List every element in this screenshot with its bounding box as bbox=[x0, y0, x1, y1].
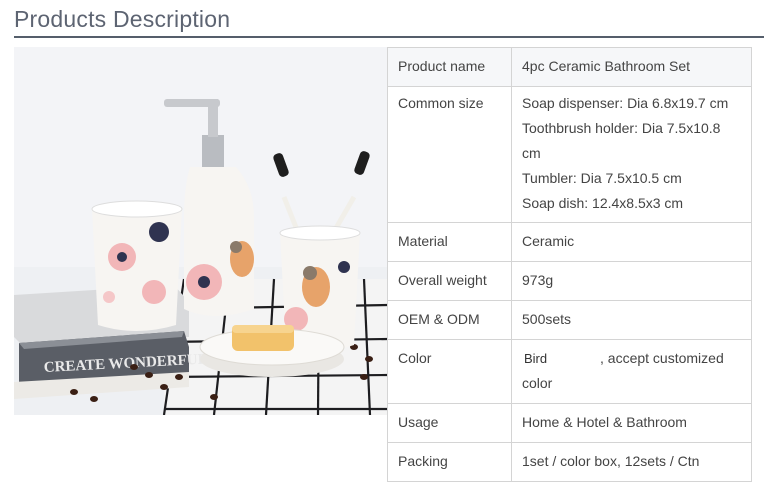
size-line-toothbrush-holder: Toothbrush holder: Dia 7.5x10.8 cm bbox=[522, 120, 721, 161]
spec-value-material: Ceramic bbox=[511, 222, 752, 262]
spec-value-common-size: Soap dispenser: Dia 6.8x19.7 cm Toothbru… bbox=[511, 86, 752, 223]
spec-value-oem: 500sets bbox=[511, 300, 752, 340]
spec-label-product-name: Product name bbox=[387, 47, 512, 87]
spec-label-usage: Usage bbox=[387, 403, 512, 443]
spec-value-product-name: 4pc Ceramic Bathroom Set bbox=[511, 47, 752, 87]
color-option-bird: Bird bbox=[524, 351, 548, 366]
spec-label-common-size: Common size bbox=[387, 86, 512, 223]
spec-label-oem: OEM & ODM bbox=[387, 300, 512, 340]
spec-label-material: Material bbox=[387, 222, 512, 262]
section-header: Products Description bbox=[14, 4, 764, 38]
tumbler bbox=[91, 200, 183, 331]
spec-label-weight: Overall weight bbox=[387, 261, 512, 301]
spec-row-common-size: Common size Soap dispenser: Dia 6.8x19.7… bbox=[387, 86, 752, 223]
spec-row-usage: Usage Home & Hotel & Bathroom bbox=[387, 403, 752, 443]
spec-row-material: Material Ceramic bbox=[387, 222, 752, 262]
section-title: Products Description bbox=[14, 6, 231, 32]
spec-value-usage: Home & Hotel & Bathroom bbox=[511, 403, 752, 443]
spec-label-color: Color bbox=[387, 339, 512, 404]
size-line-soap-dish: Soap dish: 12.4x8.5x3 cm bbox=[522, 195, 684, 211]
size-line-tumbler: Tumbler: Dia 7.5x10.5 cm bbox=[522, 170, 682, 186]
product-photo: CREATE WONDERFUL HOME bbox=[14, 47, 388, 415]
spec-row-packing: Packing 1set / color box, 12sets / Ctn bbox=[387, 442, 752, 482]
spec-value-packing: 1set / color box, 12sets / Ctn bbox=[511, 442, 752, 482]
spec-table: Product name 4pc Ceramic Bathroom Set Co… bbox=[387, 47, 752, 482]
size-line-soap-dispenser: Soap dispenser: Dia 6.8x19.7 cm bbox=[522, 95, 729, 111]
spec-row-oem: OEM & ODM 500sets bbox=[387, 300, 752, 340]
spec-label-packing: Packing bbox=[387, 442, 512, 482]
spec-row-product-name: Product name 4pc Ceramic Bathroom Set bbox=[387, 47, 752, 87]
spec-value-weight: 973g bbox=[511, 261, 752, 301]
spec-row-weight: Overall weight 973g bbox=[387, 261, 752, 301]
spec-row-color: Color Bird, accept customized color bbox=[387, 339, 752, 404]
spec-value-color: Bird, accept customized color bbox=[511, 339, 752, 404]
